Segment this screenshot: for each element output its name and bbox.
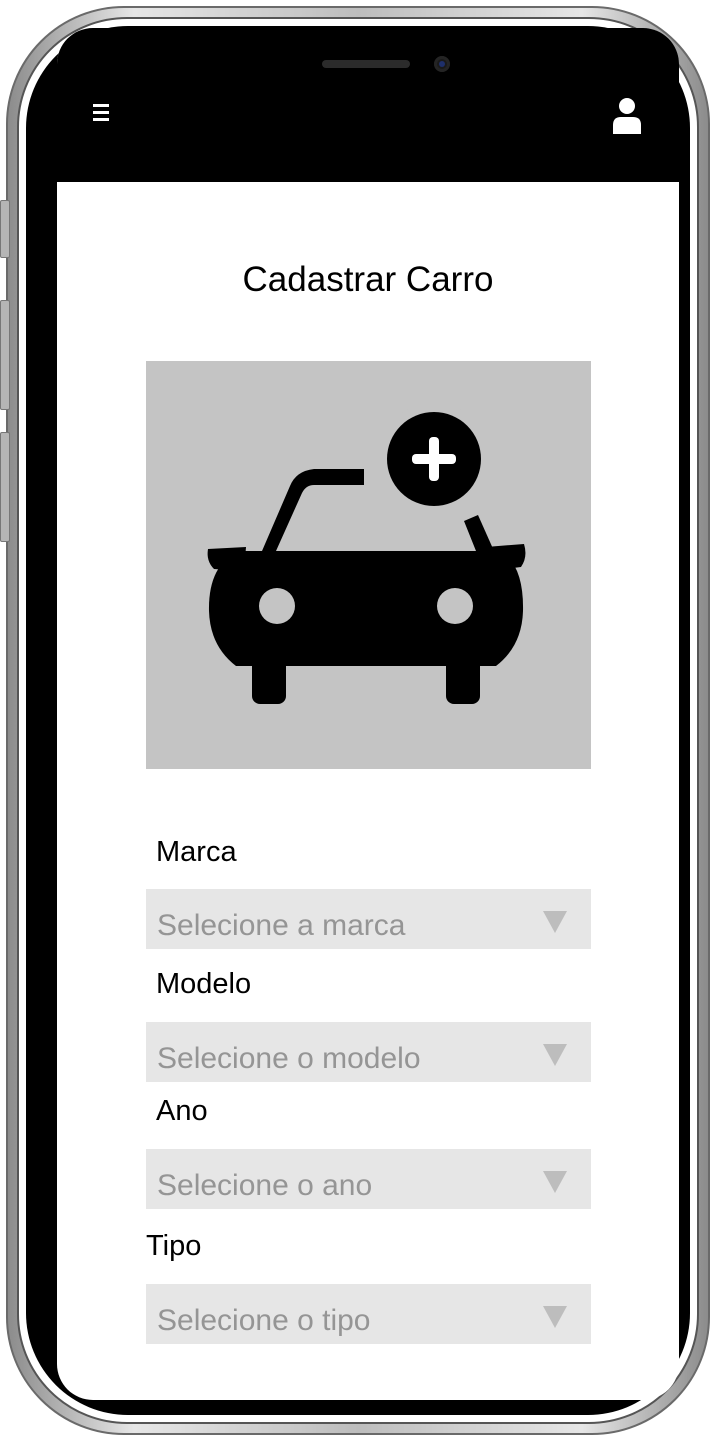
- speaker-grille: [322, 60, 410, 68]
- marca-label: Marca: [156, 836, 237, 868]
- tipo-select[interactable]: Selecione o tipo: [146, 1284, 591, 1344]
- chevron-down-icon: [543, 1171, 567, 1193]
- ano-select[interactable]: Selecione o ano: [146, 1149, 591, 1209]
- car-image-placeholder[interactable]: [146, 361, 591, 769]
- car-add-icon: [207, 403, 526, 704]
- hamburger-menu-icon[interactable]: [93, 104, 109, 122]
- chevron-down-icon: [543, 1044, 567, 1066]
- modelo-placeholder: Selecione o modelo: [157, 1042, 421, 1075]
- modelo-label: Modelo: [156, 968, 252, 1000]
- volume-down-button: [0, 432, 10, 542]
- modelo-select[interactable]: Selecione o modelo: [146, 1022, 591, 1082]
- marca-placeholder: Selecione a marca: [157, 909, 406, 942]
- volume-up-button: [0, 300, 10, 410]
- top-bar: [57, 28, 679, 182]
- tipo-label: Tipo: [146, 1230, 202, 1262]
- ano-placeholder: Selecione o ano: [157, 1169, 373, 1202]
- app-screen: Cadastrar Carro Marca Selecione a marca …: [57, 28, 679, 1400]
- user-icon[interactable]: [613, 98, 641, 134]
- marca-select[interactable]: Selecione a marca: [146, 889, 591, 949]
- ano-label: Ano: [156, 1095, 208, 1127]
- front-camera: [434, 56, 450, 72]
- tipo-placeholder: Selecione o tipo: [157, 1304, 371, 1337]
- chevron-down-icon: [543, 1306, 567, 1328]
- mute-switch: [0, 200, 10, 258]
- chevron-down-icon: [543, 911, 567, 933]
- page-title: Cadastrar Carro: [242, 260, 494, 299]
